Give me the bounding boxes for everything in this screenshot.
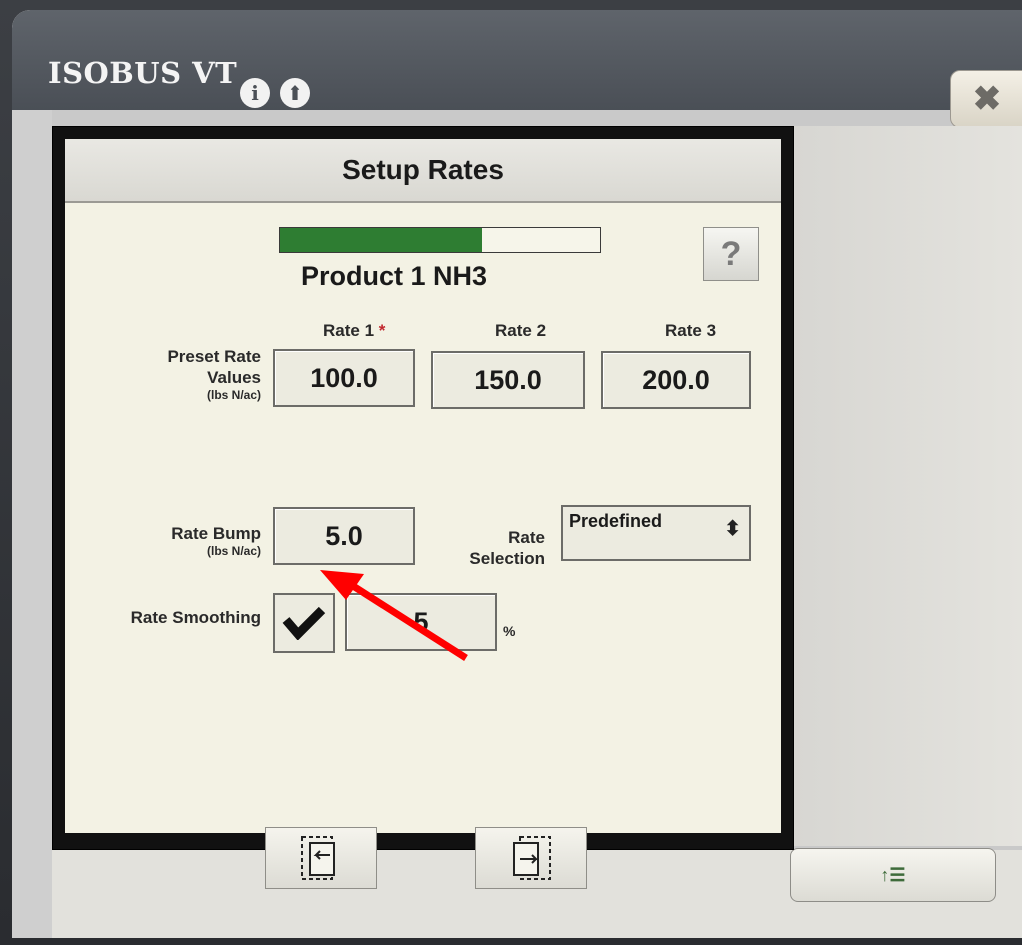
percent-unit: % xyxy=(503,623,516,639)
help-button[interactable]: ? xyxy=(703,227,759,281)
app-title: ISOBUS VT xyxy=(48,56,238,90)
rate-1-header: Rate 1 * xyxy=(323,321,386,340)
title-bar: ISOBUS VT i ⬆ xyxy=(12,10,1022,110)
next-page-button[interactable] xyxy=(475,827,587,889)
softkey-button[interactable]: ↑☰ xyxy=(790,848,996,902)
background-panel xyxy=(12,110,52,938)
rate-bump-input[interactable]: 5.0 xyxy=(273,507,415,565)
progress-fill xyxy=(280,228,482,252)
rate-bump-label: Rate Bump (lbs N/ac) xyxy=(171,524,261,558)
close-button[interactable]: ✖ xyxy=(950,70,1022,128)
up-down-arrows-icon: ⬍ xyxy=(724,518,741,540)
dialog-body: ? Product 1 NH3 Rate 1 * Rate 2 Rate 3 P… xyxy=(65,203,781,889)
upload-icon[interactable]: ⬆ xyxy=(280,78,310,108)
rate-selection-label: Rate Selection xyxy=(469,528,545,568)
rate-selection-value: Predefined xyxy=(569,511,663,531)
previous-page-icon xyxy=(301,836,335,880)
close-icon: ✖ xyxy=(972,80,1002,118)
softkey-icon: ↑☰ xyxy=(880,864,906,885)
dialog-title: Setup Rates xyxy=(65,139,781,203)
rate-selection-dropdown[interactable]: Predefined ⬍ xyxy=(561,505,751,561)
rate-1-input[interactable]: 100.0 xyxy=(273,349,415,407)
progress-bar xyxy=(279,227,601,253)
preset-rate-label: Preset Rate Values (lbs N/ac) xyxy=(167,347,261,402)
previous-page-button[interactable] xyxy=(265,827,377,889)
annotation-arrow-icon xyxy=(320,570,468,661)
info-icon[interactable]: i xyxy=(240,78,270,108)
rate-3-header: Rate 3 xyxy=(665,321,717,340)
vt-screen: ISOBUS VT i ⬆ ✖ ↑☰ Setup Rates ? Product… xyxy=(12,10,1022,938)
setup-rates-dialog: Setup Rates ? Product 1 NH3 Rate 1 * Rat… xyxy=(52,126,794,889)
rate-2-input[interactable]: 150.0 xyxy=(431,351,585,409)
product-name: Product 1 NH3 xyxy=(301,261,488,291)
next-page-icon xyxy=(513,836,551,880)
help-icon: ? xyxy=(720,234,742,273)
side-panel xyxy=(790,126,1022,846)
rate-smoothing-label: Rate Smoothing xyxy=(130,608,261,627)
rate-2-header: Rate 2 xyxy=(495,321,547,340)
rate-3-input[interactable]: 200.0 xyxy=(601,351,751,409)
